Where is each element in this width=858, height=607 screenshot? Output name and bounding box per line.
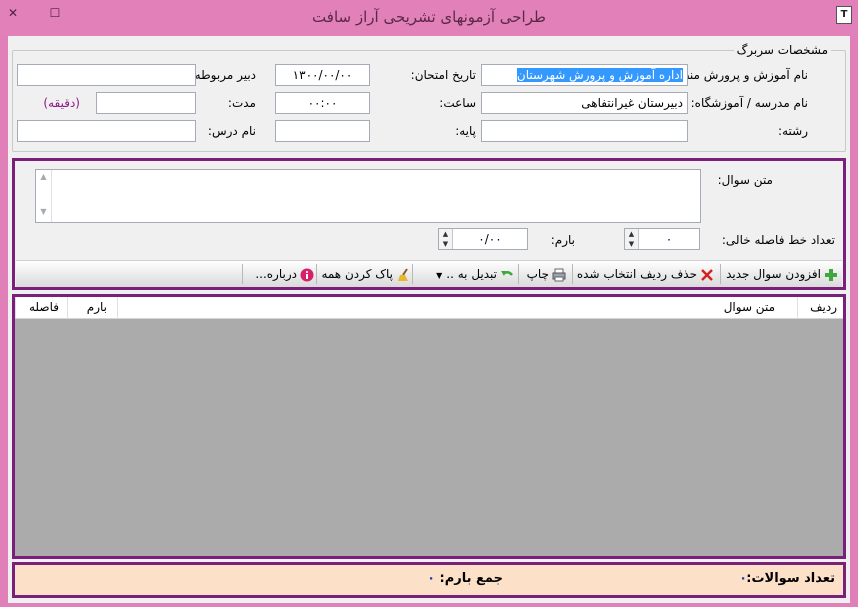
plus-icon [825, 268, 837, 281]
print-label: چاپ [526, 267, 549, 281]
column-header-row-number[interactable]: ردیف [797, 297, 843, 318]
question-panel: متن سوال: ▲ ▼ تعداد خط فاصله خالی: ▲ ▼ ۰… [12, 158, 846, 290]
toolbar-separator [518, 264, 519, 284]
grade-label: پایه: [455, 124, 476, 138]
blank-lines-spin-buttons[interactable]: ▲ ▼ [625, 229, 639, 249]
window-title: طراحی آزمونهای تشریحی آراز سافت [312, 8, 546, 26]
course-label: نام درس: [207, 124, 256, 138]
app-icon[interactable]: T [836, 6, 852, 24]
question-count-label: تعداد سوالات: [746, 571, 835, 586]
broom-icon [398, 267, 408, 281]
toolbar-separator [412, 264, 413, 284]
toolbar-separator [316, 264, 317, 284]
time-label: ساعت: [439, 96, 476, 110]
spin-up-icon[interactable]: ▲ [625, 229, 638, 239]
summary-footer: تعداد سوالات: ۰ جمع بارم: ۰ [12, 562, 846, 598]
convert-label: تبدیل به .. [446, 267, 497, 281]
scroll-down-icon[interactable]: ▼ [36, 207, 51, 216]
course-input[interactable] [17, 120, 196, 142]
field-label: رشته: [778, 124, 808, 138]
column-header-question-text[interactable]: متن سوال [117, 297, 797, 318]
teacher-label: دبیر مربوطه: [190, 68, 256, 82]
score-sum-label: جمع بارم: [439, 571, 503, 586]
info-icon [300, 268, 314, 281]
teacher-input[interactable] [17, 64, 196, 86]
group-title: مشخصات سربرگ [733, 43, 831, 57]
scroll-up-icon[interactable]: ▲ [36, 172, 51, 181]
about-label: درباره... [255, 267, 297, 281]
region-input[interactable]: اداره آموزش و پرورش شهرستان [481, 64, 688, 86]
duration-unit: (دقیقه) [43, 96, 80, 110]
time-input[interactable]: ۰۰:۰۰ [275, 92, 370, 114]
toolbar-separator [720, 264, 721, 284]
blank-lines-spinner[interactable]: ▲ ▼ ۰ [624, 228, 700, 250]
score-value: ۰/۰۰ [478, 232, 502, 246]
delete-row-button[interactable]: حذف ردیف انتخاب شده [577, 264, 714, 284]
score-spin-buttons[interactable]: ▲ ▼ [439, 229, 453, 249]
duration-input[interactable] [96, 92, 196, 114]
main-window: مشخصات سربرگ نام آموزش و پرورش منطقه: اد… [8, 36, 850, 603]
field-input[interactable] [481, 120, 688, 142]
add-question-label: افزودن سوال جدید [726, 267, 821, 281]
spin-down-icon[interactable]: ▼ [625, 239, 638, 249]
region-value: اداره آموزش و پرورش شهرستان [516, 68, 683, 82]
question-text-input[interactable]: ▲ ▼ [35, 169, 701, 223]
undo-arrow-icon [501, 270, 513, 276]
school-label: نام مدرسه / آموزشگاه: [690, 96, 808, 110]
toolbar-separator [572, 264, 573, 284]
duration-label: مدت: [227, 96, 256, 110]
spin-down-icon[interactable]: ▼ [439, 239, 452, 249]
print-button[interactable]: چاپ [527, 264, 566, 284]
blank-lines-value: ۰ [665, 232, 673, 246]
chevron-down-icon: ▼ [436, 271, 443, 280]
blank-lines-label: تعداد خط فاصله خالی: [721, 233, 835, 247]
clear-all-button[interactable]: پاک کردن همه [321, 264, 410, 284]
clear-all-label: پاک کردن همه [321, 267, 393, 281]
delete-row-label: حذف ردیف انتخاب شده [576, 267, 697, 281]
question-count-value: ۰ [739, 571, 747, 586]
toolbar-separator [242, 264, 243, 284]
toolbar: افزودن سوال جدید حذف ردیف انتخاب شده چاپ… [16, 260, 842, 287]
convert-dropdown-button[interactable]: تبدیل به ..▼ [436, 264, 514, 284]
column-header-score[interactable]: بارم [67, 297, 117, 318]
about-button[interactable]: درباره... [255, 264, 314, 284]
grid-header: ردیف متن سوال بارم فاصله [15, 297, 843, 319]
textarea-scrollbar[interactable]: ▲ ▼ [36, 170, 52, 222]
questions-grid[interactable]: ردیف متن سوال بارم فاصله [12, 294, 846, 559]
title-bar: ✕ ☐ طراحی آزمونهای تشریحی آراز سافت T [0, 0, 858, 36]
school-input[interactable]: دبیرستان غیرانتفاهی [481, 92, 688, 114]
exam-date-input[interactable]: ۱۳۰۰/۰۰/۰۰ [275, 64, 370, 86]
column-header-spacing[interactable]: فاصله [15, 297, 67, 318]
printer-icon [552, 268, 566, 281]
delete-x-icon [701, 268, 713, 281]
score-spinner[interactable]: ▲ ▼ ۰/۰۰ [438, 228, 528, 250]
score-label: بارم: [550, 233, 575, 247]
question-text-label: متن سوال: [717, 173, 773, 187]
score-sum-value: ۰ [427, 571, 435, 586]
add-question-button[interactable]: افزودن سوال جدید [726, 264, 838, 284]
exam-date-label: تاریخ امتحان: [410, 68, 476, 82]
grade-input[interactable] [275, 120, 370, 142]
spin-up-icon[interactable]: ▲ [439, 229, 452, 239]
